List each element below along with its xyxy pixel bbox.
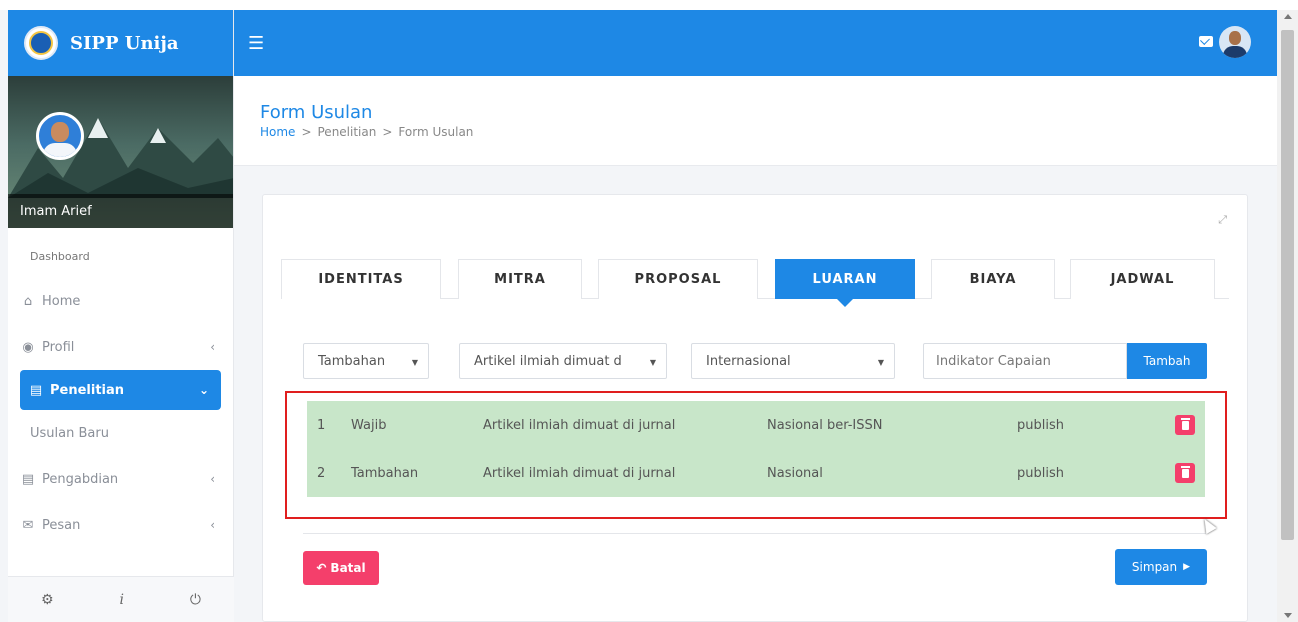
window-top-strip [0,0,1298,10]
user-avatar[interactable] [1219,26,1251,58]
university-logo-icon [24,26,58,60]
sidebar-item-profil[interactable]: ◉ Profil ‹ [8,324,233,370]
mail-icon[interactable] [1199,36,1213,47]
sidebar-footer: ⚙ i ⏻ [8,576,234,622]
user-name[interactable]: Imam Arief [8,194,233,228]
row-number: 1 [317,417,326,433]
tab-biaya[interactable]: BIAYA [931,259,1055,299]
simpan-label: Simpan [1131,560,1178,574]
delete-button[interactable] [1175,463,1195,483]
breadcrumb-penelitian[interactable]: Penelitian [318,125,377,139]
sidebar-item-label: Profil [42,339,75,355]
mail-icon: ✉ [22,517,34,533]
hamburger-icon[interactable]: ☰ [248,33,264,54]
jenis-select[interactable]: Tambahan ▼ [303,343,429,379]
jenis-select-value: Tambahan [318,353,386,369]
tambah-button[interactable]: Tambah [1127,343,1207,379]
caret-down-icon: ▼ [877,358,884,367]
sidebar-item-pengabdian[interactable]: ▤ Pengabdian ‹ [8,456,233,502]
caret-down-icon: ▼ [649,358,656,367]
gear-icon[interactable]: ⚙ [41,592,54,608]
tab-mitra[interactable]: MITRA [458,259,582,299]
power-icon[interactable]: ⏻ [190,592,201,608]
luaran-select[interactable]: Artikel ilmiah dimuat d ▼ [459,343,667,379]
batal-label: Batal [330,561,366,575]
sidebar-item-label: Home [42,293,81,309]
document-icon: ▤ [21,471,35,487]
row-jenis: Tambahan [351,465,419,481]
simpan-button[interactable]: Simpan ▶ [1115,549,1207,585]
sidebar-item-pesan[interactable]: ✉ Pesan ‹ [8,502,233,548]
table-row: 1 Wajib Artikel ilmiah dimuat di jurnal … [307,401,1205,449]
chevron-left-icon: ‹ [210,472,215,486]
tingkat-select[interactable]: Internasional ▼ [691,343,895,379]
scroll-down-icon[interactable] [1284,613,1292,618]
page-scrollbar[interactable] [1277,10,1298,622]
row-status: publish [1017,465,1064,481]
breadcrumb-separator-icon: > [382,125,393,139]
luaran-select-value: Artikel ilmiah dimuat d [474,353,622,369]
brand[interactable]: SIPP Unija [8,10,233,76]
tingkat-select-value: Internasional [706,353,791,369]
document-icon: ▤ [29,382,43,398]
row-luaran: Artikel ilmiah dimuat di jurnal [483,465,676,481]
indikator-capaian-input[interactable]: Indikator Capaian [923,343,1127,379]
scroll-up-icon[interactable] [1284,14,1292,19]
sidebar-item-home[interactable]: ⌂ Home [8,278,233,324]
undo-icon: ↶ [316,561,327,575]
tab-proposal[interactable]: PROPOSAL [598,259,758,299]
breadcrumb-current: Form Usulan [398,125,474,139]
chevron-left-icon: ‹ [210,340,215,354]
breadcrumb-separator-icon: > [301,125,312,139]
row-status: publish [1017,417,1064,433]
scrollbar-thumb[interactable] [1281,30,1294,540]
sidebar-nav: Dashboard ⌂ Home ◉ Profil ‹ ▤ Penelitian… [8,228,233,548]
row-jenis: Wajib [351,417,387,433]
delete-button[interactable] [1175,415,1195,435]
chevron-right-icon: ▶ [1183,562,1191,572]
sidebar-item-label: Pengabdian [42,471,119,487]
row-tingkat: Nasional [767,465,823,481]
form-tabs: IDENTITAS MITRA PROPOSAL LUARAN BIAYA JA… [281,259,1229,307]
trash-icon [1180,417,1190,430]
chevron-down-icon: ⌄ [198,383,209,397]
luaran-table-highlight: 1 Wajib Artikel ilmiah dimuat di jurnal … [285,391,1227,519]
trash-icon [1180,465,1190,478]
breadcrumb: Home > Penelitian > Form Usulan [260,125,1277,139]
sidebar: SIPP Unija Imam Arief Dashboard ⌂ Home ◉… [8,10,234,622]
sidebar-item-penelitian[interactable]: ▤ Penelitian ⌄ [20,370,221,410]
user-avatar-large[interactable] [36,112,84,160]
topbar: ☰ [234,10,1277,76]
profile-banner: Imam Arief [8,76,233,228]
nav-section-dashboard: Dashboard [30,250,90,263]
luaran-form-row: Tambahan ▼ Artikel ilmiah dimuat d ▼ Int… [303,343,1207,379]
row-luaran: Artikel ilmiah dimuat di jurnal [483,417,676,433]
sidebar-item-label: Penelitian [50,382,125,398]
page-title: Form Usulan [260,102,373,123]
app-title: SIPP Unija [70,32,179,54]
user-circle-icon: ◉ [22,339,34,355]
row-tingkat: Nasional ber-ISSN [767,417,883,433]
batal-button[interactable]: ↶ Batal [303,551,379,585]
home-icon: ⌂ [23,293,33,309]
page-header: Form Usulan Home > Penelitian > Form Usulan [234,76,1277,166]
sidebar-subitem-usulan-baru[interactable]: Usulan Baru [8,410,233,456]
caret-down-icon: ▼ [411,358,418,367]
breadcrumb-home[interactable]: Home [260,125,295,139]
table-row: 2 Tambahan Artikel ilmiah dimuat di jurn… [307,449,1205,497]
tab-jadwal[interactable]: JADWAL [1070,259,1215,299]
tab-luaran[interactable]: LUARAN [775,259,915,307]
tab-identitas[interactable]: IDENTITAS [281,259,441,299]
row-number: 2 [317,465,326,481]
sidebar-item-label: Pesan [42,517,81,533]
expand-icon[interactable]: ⤢ [1218,213,1227,227]
info-icon[interactable]: i [119,592,123,608]
chevron-left-icon: ‹ [210,518,215,532]
form-divider [303,533,1207,534]
form-card: ⤢ IDENTITAS MITRA PROPOSAL LUARAN BIAYA … [262,194,1248,622]
